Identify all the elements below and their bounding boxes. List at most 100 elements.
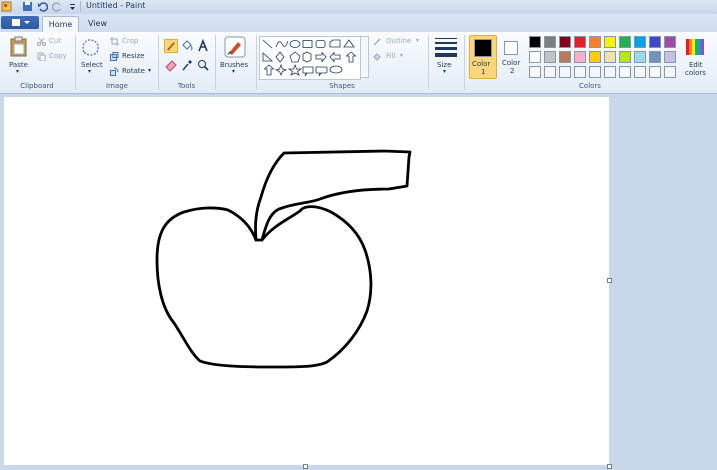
- tab-home[interactable]: Home: [42, 16, 79, 33]
- palette-swatch[interactable]: [529, 36, 541, 48]
- rotate-dropdown-arrow[interactable]: ▾: [148, 67, 151, 74]
- palette-swatch[interactable]: [574, 51, 586, 63]
- palette-swatch[interactable]: [664, 36, 676, 48]
- tab-row: Home View: [0, 14, 717, 33]
- resize-label[interactable]: Resize: [122, 52, 144, 60]
- copy-label[interactable]: Copy: [49, 52, 67, 60]
- outline-dropdown-arrow[interactable]: ▾: [416, 37, 419, 44]
- chevron-down-icon: [24, 21, 30, 24]
- palette-swatch[interactable]: [544, 51, 556, 63]
- palette-swatch[interactable]: [559, 66, 571, 78]
- select-dropdown-arrow[interactable]: ▾: [88, 68, 91, 75]
- rotate-label[interactable]: Rotate: [122, 67, 145, 75]
- tab-view[interactable]: View: [80, 16, 115, 32]
- palette-swatch[interactable]: [529, 66, 541, 78]
- clipboard-group-label: Clipboard: [20, 82, 54, 90]
- fill-label[interactable]: Fill: [386, 52, 395, 60]
- palette-swatch[interactable]: [589, 66, 601, 78]
- palette-swatch[interactable]: [529, 51, 541, 63]
- edit-colors-label-2[interactable]: colors: [685, 69, 706, 77]
- tools-group-label: Tools: [177, 82, 196, 90]
- palette-swatch[interactable]: [544, 36, 556, 48]
- outline-icon: [373, 38, 381, 46]
- paste-icon[interactable]: [8, 36, 30, 58]
- window-title: Untitled - Paint: [86, 1, 146, 10]
- resize-icon: [110, 52, 119, 61]
- edit-colors-icon[interactable]: [685, 37, 705, 57]
- cut-icon: [37, 37, 46, 46]
- palette-swatch[interactable]: [604, 51, 616, 63]
- color2-swatch: [504, 41, 518, 55]
- fill-style-icon: [373, 53, 381, 61]
- group-separator: [215, 35, 216, 90]
- crop-label[interactable]: Crop: [122, 37, 138, 45]
- palette-swatch[interactable]: [544, 66, 556, 78]
- palette-swatch[interactable]: [634, 66, 646, 78]
- palette-swatch[interactable]: [649, 36, 661, 48]
- edit-colors-label[interactable]: Edit: [689, 61, 703, 69]
- canvas-area[interactable]: [0, 94, 717, 470]
- rotate-icon: [110, 67, 119, 76]
- palette-swatch[interactable]: [574, 66, 586, 78]
- colors-group-label: Colors: [579, 82, 601, 90]
- text-icon[interactable]: [196, 39, 210, 53]
- resize-handle-corner[interactable]: [607, 464, 612, 469]
- size-dropdown-arrow[interactable]: ▾: [443, 68, 446, 75]
- redo-icon[interactable]: [52, 1, 63, 12]
- image-group-label: Image: [106, 82, 128, 90]
- group-separator: [428, 35, 429, 90]
- eraser-icon[interactable]: [164, 58, 178, 72]
- cut-label[interactable]: Cut: [49, 37, 61, 45]
- palette-swatch[interactable]: [634, 36, 646, 48]
- brushes-icon[interactable]: [223, 35, 247, 59]
- color-picker-icon[interactable]: [180, 58, 194, 72]
- copy-icon: [37, 52, 46, 61]
- color1-button[interactable]: Color 1: [469, 35, 497, 79]
- brushes-dropdown-arrow[interactable]: ▾: [232, 68, 235, 75]
- fill-icon[interactable]: [180, 39, 194, 53]
- palette-swatch[interactable]: [559, 51, 571, 63]
- outline-label[interactable]: Outline: [386, 37, 411, 45]
- color1-swatch: [474, 39, 492, 57]
- palette-swatch[interactable]: [589, 51, 601, 63]
- apple-drawing: [155, 149, 412, 369]
- palette-swatch[interactable]: [619, 51, 631, 63]
- magnifier-icon[interactable]: [196, 58, 210, 72]
- palette-swatch[interactable]: [559, 36, 571, 48]
- crop-icon: [110, 37, 119, 46]
- palette-swatch[interactable]: [604, 66, 616, 78]
- palette-swatch[interactable]: [664, 51, 676, 63]
- palette-swatch[interactable]: [619, 36, 631, 48]
- pencil-icon: [167, 42, 175, 51]
- palette-swatch[interactable]: [649, 66, 661, 78]
- save-icon[interactable]: [22, 1, 33, 12]
- undo-icon[interactable]: [37, 1, 48, 12]
- select-icon[interactable]: [80, 36, 102, 58]
- paste-dropdown-arrow[interactable]: ▾: [16, 68, 19, 75]
- color1-number: 1: [481, 68, 486, 76]
- resize-handle-bottom[interactable]: [303, 464, 308, 469]
- palette-swatch[interactable]: [649, 51, 661, 63]
- color2-label: Color: [502, 59, 521, 67]
- title-separator: [80, 1, 81, 12]
- resize-handle-right[interactable]: [607, 278, 612, 283]
- shapes-gallery[interactable]: [259, 36, 361, 80]
- palette-swatch[interactable]: [664, 66, 676, 78]
- shapes-scroll[interactable]: [360, 36, 369, 78]
- drawing-canvas[interactable]: [4, 97, 609, 465]
- palette-swatch[interactable]: [604, 36, 616, 48]
- palette-swatch[interactable]: [619, 66, 631, 78]
- palette-swatch[interactable]: [589, 36, 601, 48]
- palette-swatch[interactable]: [574, 36, 586, 48]
- color1-label: Color: [472, 60, 491, 68]
- customize-toolbar-icon[interactable]: [67, 1, 78, 12]
- paint-app-icon[interactable]: [1, 1, 12, 12]
- size-icon[interactable]: [434, 36, 458, 58]
- fill-dropdown-arrow[interactable]: ▾: [400, 52, 403, 59]
- paint-menu-button[interactable]: [1, 16, 39, 29]
- select-label[interactable]: Select: [81, 61, 103, 69]
- pencil-tool-button[interactable]: [164, 39, 178, 53]
- color2-number: 2: [510, 67, 515, 75]
- palette-swatch[interactable]: [634, 51, 646, 63]
- color2-button[interactable]: Color 2: [499, 35, 525, 79]
